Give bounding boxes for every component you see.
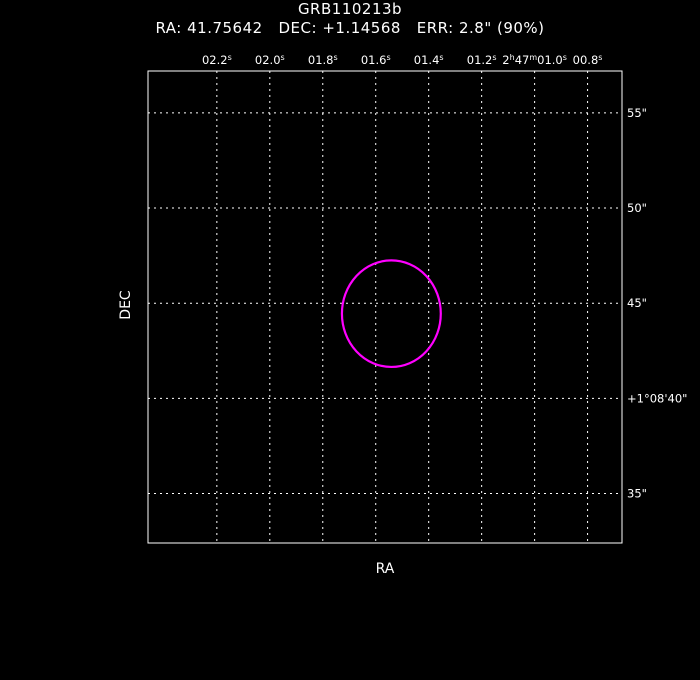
x-axis-label: RA (376, 561, 395, 577)
ra-tick-label: 00.8s (573, 53, 603, 67)
dec-tick-label: 50" (627, 201, 647, 215)
dec-tick-label: 35" (627, 487, 647, 501)
grid (148, 71, 622, 543)
finding-chart: 02.2s 02.0s 01.8s 01.6s 01.4s 01.2s 2h47m01.0s… (118, 53, 687, 577)
ra-tick-label: 01.4s (414, 53, 444, 67)
ra-tick-label: 01.6s (361, 53, 391, 67)
ra-tick-label: 01.2s (467, 53, 497, 67)
error-circle (340, 259, 442, 369)
plot-frame (147, 70, 623, 544)
y-axis-label: DEC (118, 290, 134, 320)
dec-tick-label: 45" (627, 296, 647, 310)
ra-tick-label: 2h47m01.0s (502, 53, 567, 67)
ra-tick-label: 02.0s (255, 53, 285, 67)
dec-tick-label: +1°08'40" (627, 391, 687, 405)
ra-tick-label: 01.8s (308, 53, 338, 67)
ra-tick-label: 02.2s (202, 53, 232, 67)
dec-tick-label: 55" (627, 106, 647, 120)
dec-tick-labels: 55" 50" 45" +1°08'40" 35" (627, 106, 687, 501)
ra-tick-labels: 02.2s 02.0s 01.8s 01.6s 01.4s 01.2s 2h47m01.0s… (202, 53, 603, 67)
